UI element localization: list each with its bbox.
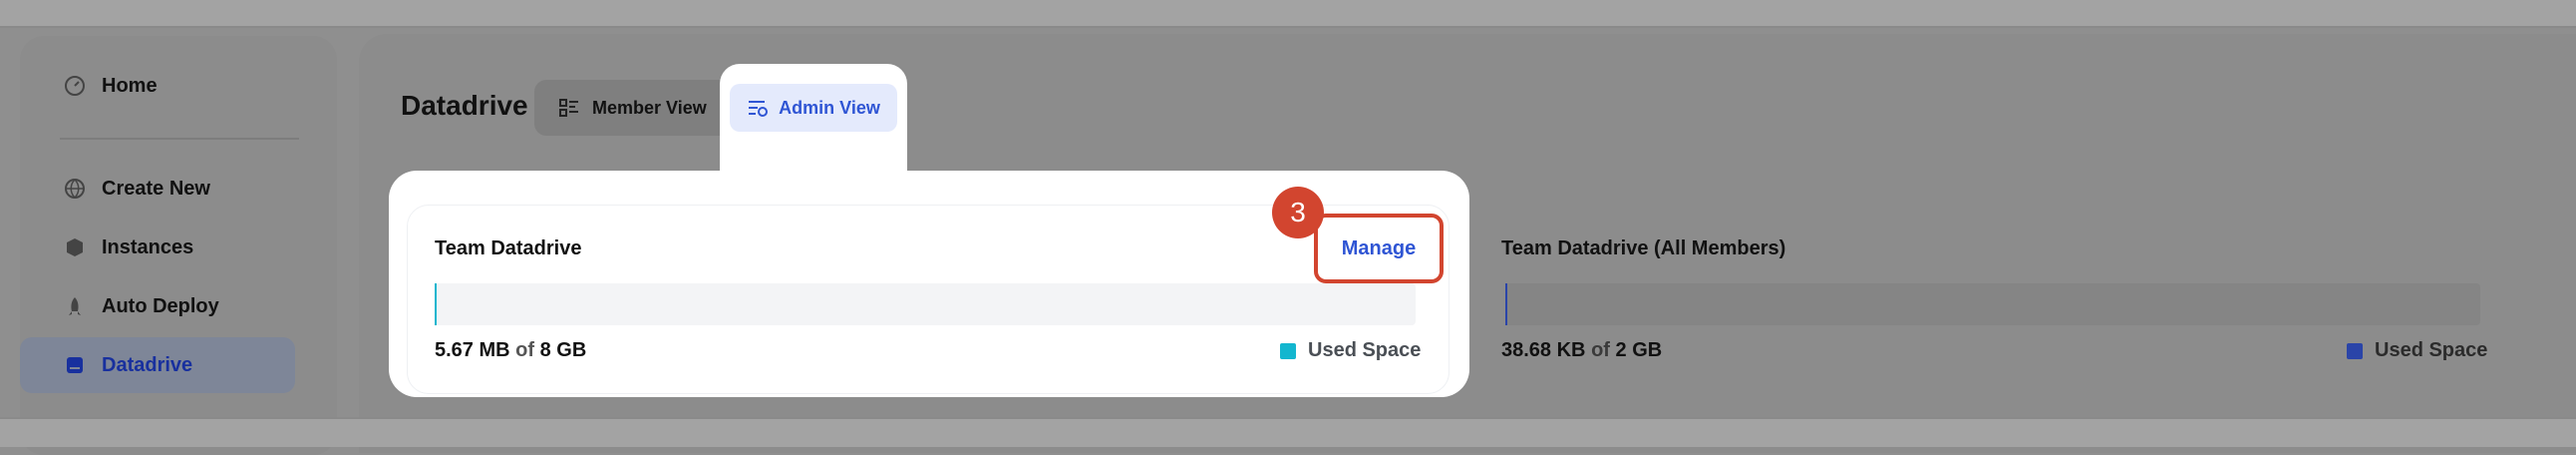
sidebar-item-instances[interactable]: Instances [20,220,295,275]
team-legend: Used Space [1280,339,1421,362]
list-view-icon [559,99,578,117]
members-of-label: of [1591,339,1610,361]
sidebar-divider [60,138,299,140]
team-used-value: 5.67 MB [435,339,510,361]
used-space-swatch [1280,342,1296,359]
manage-button[interactable]: Manage [1314,214,1444,283]
members-total-value: 2 GB [1615,339,1663,361]
members-usage-bar-fill [1505,283,1508,325]
members-legend: Used Space [2347,339,2487,362]
sidebar-item-label: Datadrive [102,353,193,376]
team-usage-bar [435,283,1416,325]
team-of-label: of [515,339,535,361]
sidebar-item-label: Auto Deploy [102,294,219,317]
team-usage-text: 5.67 MB of 8 GB [435,339,586,362]
gauge-icon [64,75,86,97]
sidebar-item-auto-deploy[interactable]: Auto Deploy [20,278,295,334]
sidebar-item-datadrive[interactable]: Datadrive [20,337,295,393]
legend-label: Used Space [2375,339,2488,361]
tab-admin-view[interactable]: Admin View [730,84,897,132]
window-top-bar [0,0,2576,28]
sidebar-item-label: Home [102,74,158,97]
window-bottom-bar [0,417,2576,447]
cube-icon [64,236,86,258]
tab-admin-view-label: Admin View [779,97,880,118]
team-card-title: Team Datadrive [435,237,582,259]
members-card-title: Team Datadrive (All Members) [1501,237,1786,259]
sidebar-item-home[interactable]: Home [20,58,295,114]
members-used-value: 38.68 KB [1501,339,1586,361]
sidebar-item-label: Create New [102,177,210,200]
globe-plus-icon [64,178,86,200]
tab-member-view-label: Member View [592,97,707,118]
step-badge: 3 [1272,187,1324,238]
sidebar-item-label: Instances [102,235,194,258]
members-usage-bar [1505,283,2480,325]
used-space-swatch [2347,342,2363,359]
drive-icon [64,354,86,376]
team-usage-bar-fill [435,283,438,325]
sidebar-item-create-new[interactable]: Create New [20,161,295,217]
legend-label: Used Space [1308,339,1422,361]
page-title: Datadrive [401,90,528,121]
members-usage-text: 38.68 KB of 2 GB [1501,339,1662,362]
settings-list-icon [749,101,769,117]
tab-member-view[interactable]: Member View [558,82,707,134]
rocket-icon [64,295,86,317]
team-total-value: 8 GB [539,339,587,361]
